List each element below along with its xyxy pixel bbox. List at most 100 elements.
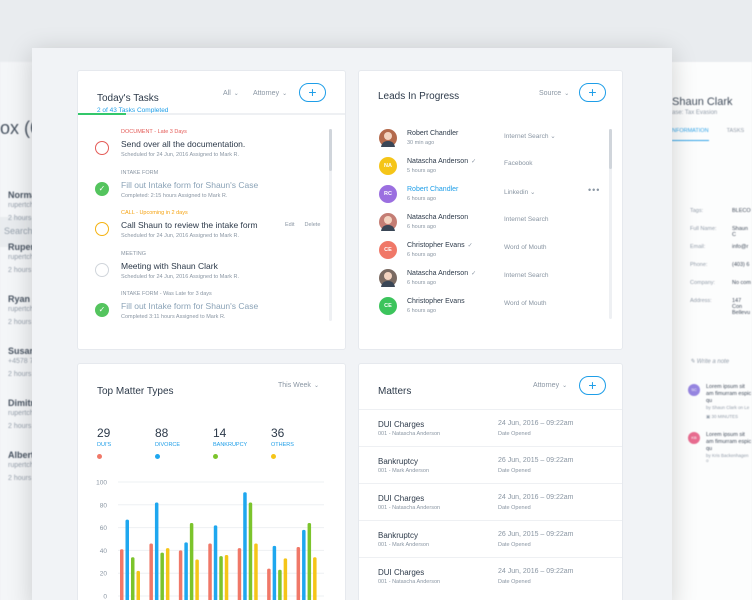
chart-bar-bankrupcy[interactable]: [219, 556, 223, 600]
lead-item[interactable]: RC Robert Chandler 6 hours ago Linkedin ⌄ ••…: [379, 185, 619, 211]
lead-source[interactable]: Internet Search ⌄: [504, 132, 556, 140]
delete-task-button[interactable]: Delete: [304, 222, 320, 228]
matter-row[interactable]: DUI Charges 001 - Natascha Anderson 24 Jun…: [359, 483, 622, 520]
chart-bar-others[interactable]: [195, 559, 199, 600]
chart-bar-duis[interactable]: [178, 550, 183, 600]
task-category: DOCUMENT - Late 3 Days: [121, 129, 187, 135]
chart-bar-bankrupcy[interactable]: [278, 569, 282, 600]
chart-bar-others[interactable]: [283, 558, 288, 600]
task-checkbox[interactable]: [95, 222, 109, 236]
chart-bar-divorce[interactable]: [125, 519, 130, 600]
lead-time: 6 hours ago: [407, 252, 437, 258]
tab-information[interactable]: NFORMATION: [672, 128, 709, 141]
add-matter-button[interactable]: +: [579, 376, 606, 395]
leads-filter-source[interactable]: Source ⌄: [539, 90, 569, 97]
chart-bar-divorce[interactable]: [302, 529, 306, 600]
tasks-filter-all[interactable]: All ⌄: [223, 90, 239, 97]
matter-date: 26 Jun, 2015 – 09:22am: [498, 457, 574, 464]
task-item[interactable]: ✓ INTAKE FORM - Was Late for 3 days Fill o…: [95, 291, 325, 327]
task-title[interactable]: Meeting with Shaun Clark: [121, 261, 218, 271]
edit-task-button[interactable]: Edit: [285, 222, 294, 228]
comment-meta: by Kris Backenhagen o: [706, 453, 749, 463]
task-title[interactable]: Fill out Intake form for Shaun's Case: [121, 301, 258, 311]
task-title[interactable]: Send over all the documentation.: [121, 139, 245, 149]
tasks-progress-bar: [78, 113, 345, 115]
comment-item: KB Lorem ipsum sit am fimurram espic qu …: [688, 432, 752, 463]
chart-bar-duis[interactable]: [149, 543, 153, 600]
leads-scrollbar[interactable]: [609, 129, 612, 319]
tasks-title: Today's Tasks: [97, 93, 159, 104]
chart-bar-bankrupcy[interactable]: [248, 502, 253, 600]
matter-row[interactable]: Bankruptcy 001 - Mark Anderson 26 Jun, 201…: [359, 446, 622, 483]
matter-row[interactable]: Bankruptcy 001 - Mark Anderson 26 Jun, 201…: [359, 520, 622, 557]
lead-name[interactable]: Natascha Anderson ✓: [407, 270, 476, 277]
lead-name[interactable]: Christopher Evans: [407, 298, 465, 305]
matter-client: 001 - Natascha Anderson: [378, 579, 441, 585]
tasks-filter-attorney[interactable]: Attorney ⌄: [253, 90, 287, 97]
lead-name[interactable]: Robert Chandler: [407, 186, 458, 193]
field-label-company: Company:: [690, 280, 716, 286]
chart-bar-duis[interactable]: [267, 568, 271, 600]
matter-title[interactable]: DUI Charges: [378, 494, 424, 503]
lead-source: Word of Mouth: [504, 244, 547, 251]
tab-tasks[interactable]: TASKS: [727, 128, 745, 141]
chart-bar-others[interactable]: [313, 557, 317, 600]
lead-name[interactable]: Robert Chandler: [407, 130, 458, 137]
matters-title: Matters: [378, 386, 412, 397]
chart-bar-divorce[interactable]: [154, 502, 159, 600]
chart-bar-duis[interactable]: [296, 546, 301, 600]
lead-item[interactable]: Natascha Anderson ✓ 6 hours ago Internet Se…: [379, 269, 619, 295]
more-options-icon[interactable]: •••: [588, 185, 600, 195]
add-lead-button[interactable]: +: [579, 83, 606, 102]
lead-item[interactable]: CE Christopher Evans ✓ 6 hours ago Word of M…: [379, 241, 619, 267]
chart-bar-others[interactable]: [136, 570, 141, 600]
lead-item[interactable]: Natascha Anderson 6 hours ago Internet Sea…: [379, 213, 619, 239]
chart-bar-bankrupcy[interactable]: [307, 523, 312, 600]
chart-bar-duis[interactable]: [237, 548, 242, 600]
lead-name-text: Natascha Anderson: [407, 214, 469, 221]
tasks-scrollbar[interactable]: [329, 129, 332, 321]
leads-title: Leads In Progress: [378, 91, 460, 102]
chart-bar-duis[interactable]: [208, 543, 212, 600]
matter-title[interactable]: DUI Charges: [378, 420, 424, 429]
lead-name[interactable]: Natascha Anderson ✓: [407, 158, 476, 165]
task-title[interactable]: Call Shaun to review the intake form: [121, 220, 258, 230]
field-value-name: Shaun C: [732, 226, 748, 238]
matter-title[interactable]: Bankruptcy: [378, 457, 418, 466]
chart-bar-bankrupcy[interactable]: [131, 557, 135, 600]
matter-title[interactable]: Bankruptcy: [378, 531, 418, 540]
task-item[interactable]: CALL - Upcoming in 2 days Call Shaun to r…: [95, 210, 325, 246]
task-item[interactable]: ✓ INTAKE FORM Fill out Intake form for Sha…: [95, 170, 325, 206]
lead-item[interactable]: CE Christopher Evans 6 hours ago Word of Mo…: [379, 297, 619, 323]
chart-bar-duis[interactable]: [120, 549, 124, 600]
chart-bar-divorce[interactable]: [272, 545, 277, 600]
chart-bar-divorce[interactable]: [243, 492, 247, 600]
task-item[interactable]: DOCUMENT - Late 3 Days Send over all the …: [95, 129, 325, 165]
chart-bar-bankrupcy[interactable]: [189, 523, 194, 600]
add-task-button[interactable]: +: [299, 83, 326, 102]
chart-bar-divorce[interactable]: [213, 525, 218, 600]
task-title[interactable]: Fill out Intake form for Shaun's Case: [121, 180, 258, 190]
lead-name[interactable]: Natascha Anderson: [407, 214, 468, 221]
lead-item[interactable]: Robert Chandler 30 min ago Internet Search…: [379, 129, 619, 155]
matter-row[interactable]: DUI Charges 001 - Natascha Anderson 24 Jun…: [359, 409, 622, 446]
lead-item[interactable]: NA Natascha Anderson ✓ 5 hours ago Facebook: [379, 157, 619, 183]
matter-title[interactable]: DUI Charges: [378, 568, 424, 577]
chart-bar-bankrupcy[interactable]: [160, 552, 164, 600]
checkmark-icon[interactable]: ✓: [95, 303, 109, 317]
matter-row[interactable]: DUI Charges 001 - Natascha Anderson 24 Jun…: [359, 557, 622, 594]
contact-case: ase: Tax Evasion: [672, 110, 718, 116]
lead-name[interactable]: Christopher Evans ✓: [407, 242, 473, 249]
lead-source[interactable]: Linkedin ⌄: [504, 188, 535, 196]
task-checkbox[interactable]: [95, 262, 109, 277]
chart-bar-divorce[interactable]: [184, 542, 188, 600]
write-note-input[interactable]: ✎ Write a note: [690, 358, 729, 365]
chart-bar-others[interactable]: [224, 554, 229, 600]
chart-bar-others[interactable]: [165, 548, 170, 600]
avatar-photo: [379, 129, 397, 147]
task-checkbox[interactable]: [95, 141, 109, 155]
matters-filter-attorney[interactable]: Attorney ⌄: [533, 382, 567, 389]
chart-bar-others[interactable]: [254, 543, 258, 600]
task-item[interactable]: MEETING Meeting with Shaun Clark Scheduled…: [95, 251, 325, 287]
checkmark-icon[interactable]: ✓: [95, 181, 109, 196]
